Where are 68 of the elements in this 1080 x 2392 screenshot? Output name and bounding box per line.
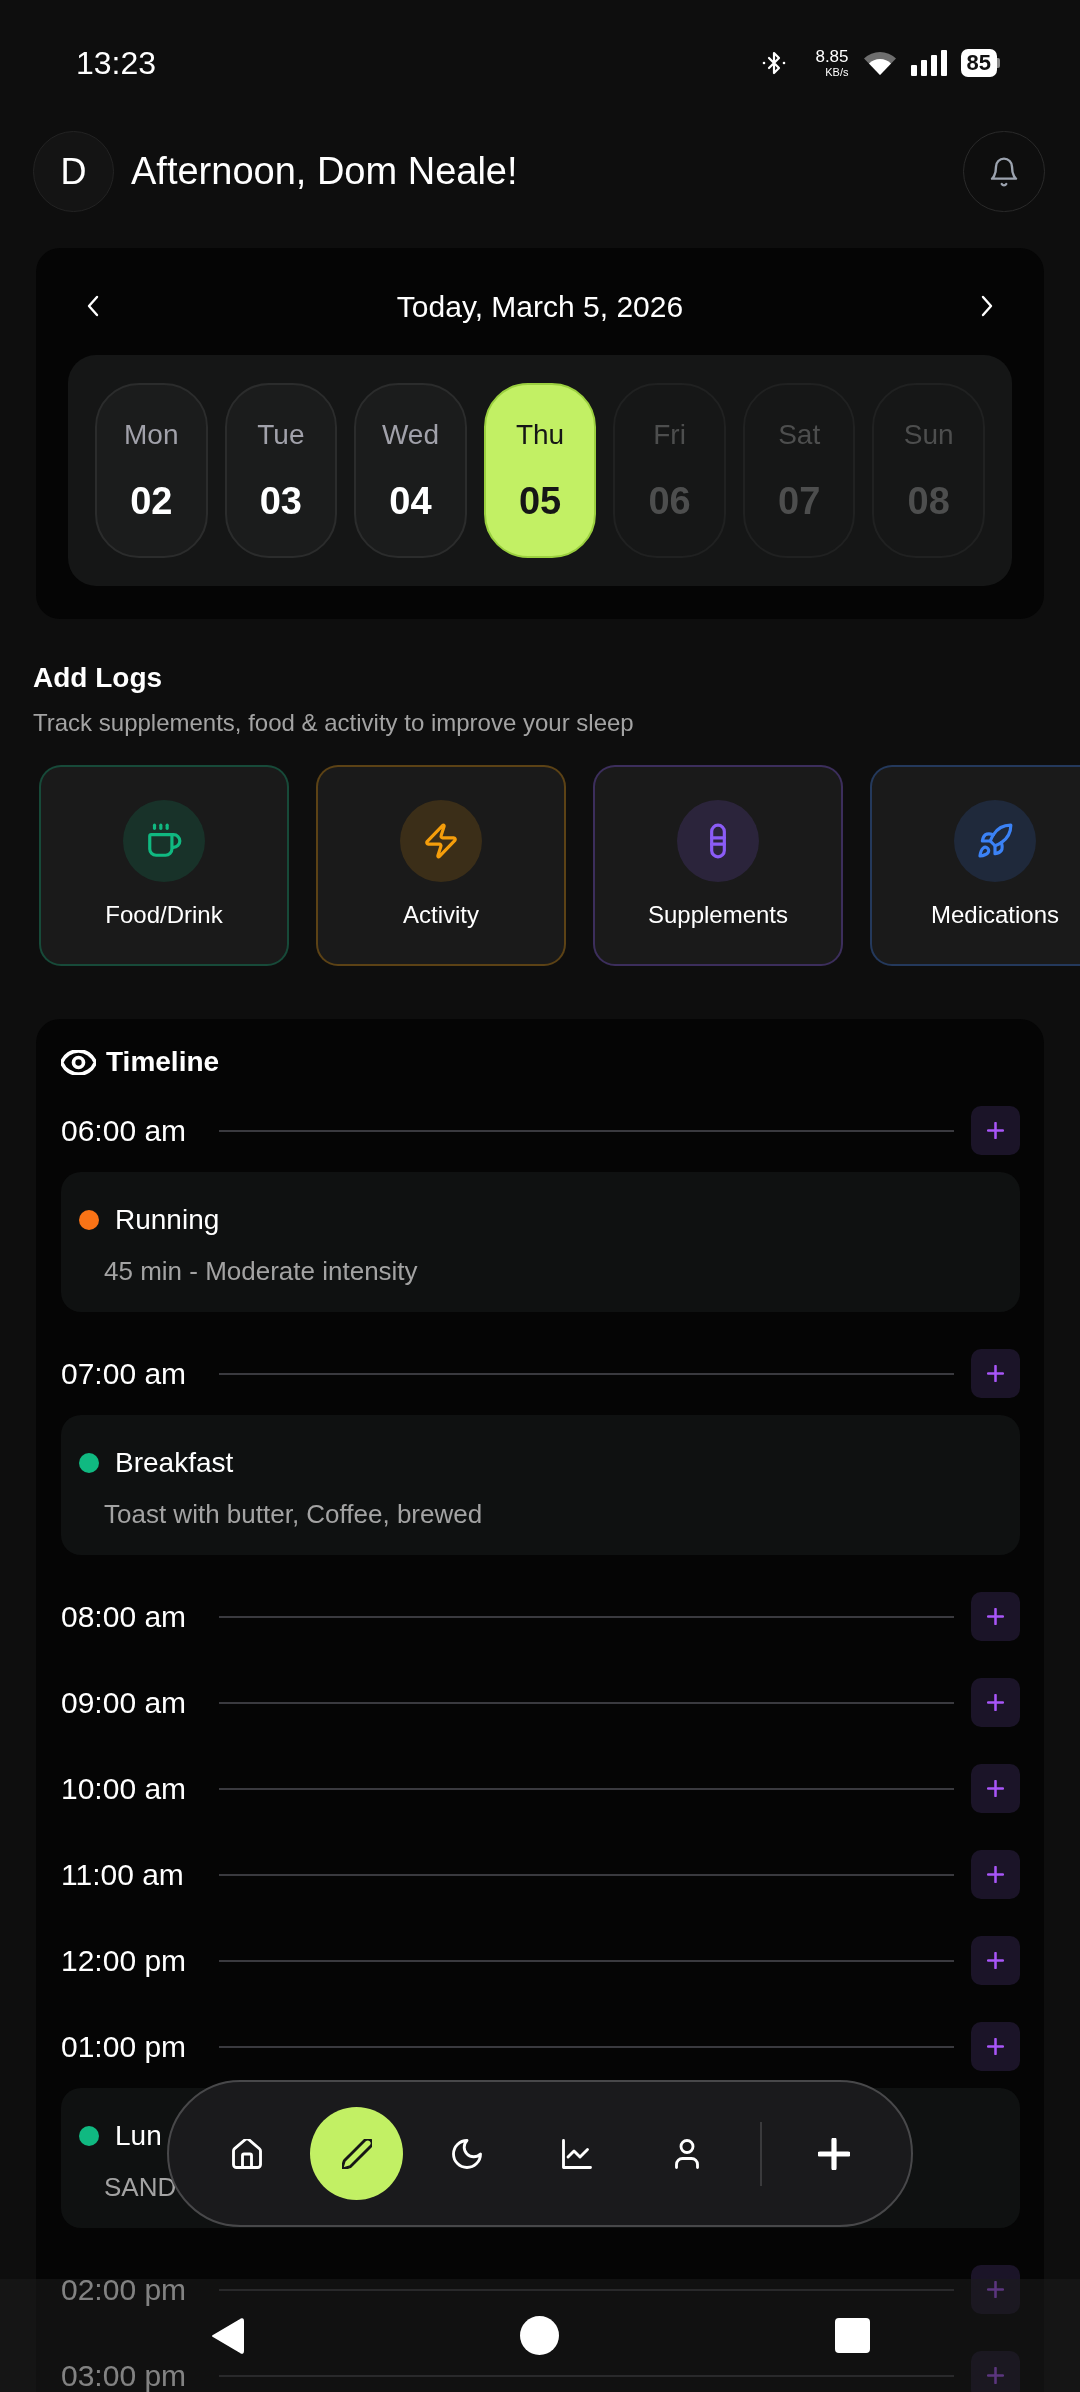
add-entry-button[interactable] bbox=[971, 1678, 1020, 1727]
log-category-button[interactable]: Food/Drink bbox=[39, 765, 289, 966]
date-title: Today, March 5, 2026 bbox=[396, 288, 684, 325]
back-icon[interactable] bbox=[210, 2316, 245, 2355]
pencil-icon bbox=[341, 2138, 372, 2169]
time-label: 11:00 am bbox=[61, 1859, 185, 1890]
add-logs-heading: Add Logs bbox=[33, 661, 164, 695]
timeline-heading: Timeline bbox=[106, 1045, 220, 1079]
status-time: 13:23 bbox=[76, 44, 157, 83]
add-logs-subtitle: Track supplements, food & activity to improve your sleep bbox=[33, 708, 635, 738]
plus-icon bbox=[987, 1952, 1004, 1969]
entry-title: Breakfast bbox=[115, 1446, 234, 1480]
log-category-button[interactable]: Activity bbox=[316, 765, 566, 966]
add-entry-button[interactable] bbox=[971, 1850, 1020, 1899]
entry-detail: 45 min - Moderate intensity bbox=[103, 1255, 419, 1287]
time-label: 03:00 pm bbox=[61, 2360, 188, 2391]
avatar: D bbox=[33, 131, 114, 212]
eye-icon bbox=[61, 1049, 96, 1075]
chevron-right-icon bbox=[981, 295, 993, 317]
time-label: 12:00 pm bbox=[61, 1945, 188, 1976]
log-entry-card[interactable]: Breakfast Toast with butter, Coffee, brewed bbox=[61, 1415, 1020, 1555]
log-entry-card[interactable]: Running 45 min - Moderate intensity bbox=[61, 1172, 1020, 1312]
entry-title: Lun bbox=[115, 2119, 162, 2153]
add-entry-button[interactable] bbox=[971, 1936, 1020, 1985]
plus-icon bbox=[987, 1780, 1004, 1797]
plus-icon bbox=[987, 2038, 1004, 2055]
battery-percentage-text: 85 bbox=[960, 49, 997, 77]
plus-icon bbox=[987, 1866, 1004, 1883]
entry-detail: Toast with butter, Coffee, brewed bbox=[103, 1498, 484, 1530]
line-chart-icon bbox=[561, 2138, 592, 2169]
plus-icon bbox=[987, 1122, 1004, 1139]
time-label: 07:00 am bbox=[61, 1358, 188, 1389]
greeting-text: Afternoon, Dom Neale! bbox=[131, 149, 518, 194]
plus-icon bbox=[817, 2137, 850, 2170]
plus-icon bbox=[987, 2367, 1004, 2384]
time-label: 08:00 am bbox=[61, 1601, 188, 1632]
plus-icon bbox=[987, 1365, 1004, 1382]
add-entry-button[interactable] bbox=[971, 1106, 1020, 1155]
bell-icon bbox=[988, 155, 1020, 188]
home-circle-icon[interactable] bbox=[520, 2316, 560, 2355]
day-button[interactable]: Mon 02 bbox=[95, 383, 208, 558]
add-entry-button[interactable] bbox=[971, 2022, 1020, 2071]
plus-icon bbox=[987, 1694, 1004, 1711]
entry-title: Running bbox=[115, 1203, 220, 1237]
add-entry-button[interactable] bbox=[971, 1764, 1020, 1813]
day-button[interactable]: Thu 05 bbox=[483, 383, 597, 558]
time-label: 09:00 am bbox=[61, 1687, 188, 1718]
day-button[interactable]: Wed 04 bbox=[354, 383, 467, 558]
house-icon bbox=[231, 2138, 262, 2169]
network-speed-text: 8.85 bbox=[815, 48, 849, 66]
recents-square-icon[interactable] bbox=[835, 2318, 871, 2353]
network-unit-text: KB/s bbox=[825, 66, 849, 78]
log-category-button[interactable]: Supplements bbox=[593, 765, 843, 966]
signal-icon bbox=[910, 50, 947, 76]
log-category-button[interactable]: Medications bbox=[870, 765, 1080, 966]
time-label: 10:00 am bbox=[61, 1773, 188, 1804]
chevron-left-icon bbox=[87, 295, 99, 317]
add-entry-button[interactable] bbox=[971, 1349, 1020, 1398]
wifi-icon bbox=[862, 50, 897, 76]
plus-icon bbox=[987, 1608, 1004, 1625]
entry-detail: SAND bbox=[103, 2171, 178, 2203]
add-entry-button[interactable] bbox=[971, 1592, 1020, 1641]
time-label: 01:00 pm bbox=[61, 2031, 188, 2062]
day-button[interactable]: Tue 03 bbox=[224, 383, 338, 558]
plus-icon bbox=[987, 2281, 1004, 2298]
moon-icon bbox=[451, 2138, 482, 2169]
time-label: 02:00 pm bbox=[61, 2274, 188, 2305]
time-label: 06:00 am bbox=[61, 1115, 188, 1146]
